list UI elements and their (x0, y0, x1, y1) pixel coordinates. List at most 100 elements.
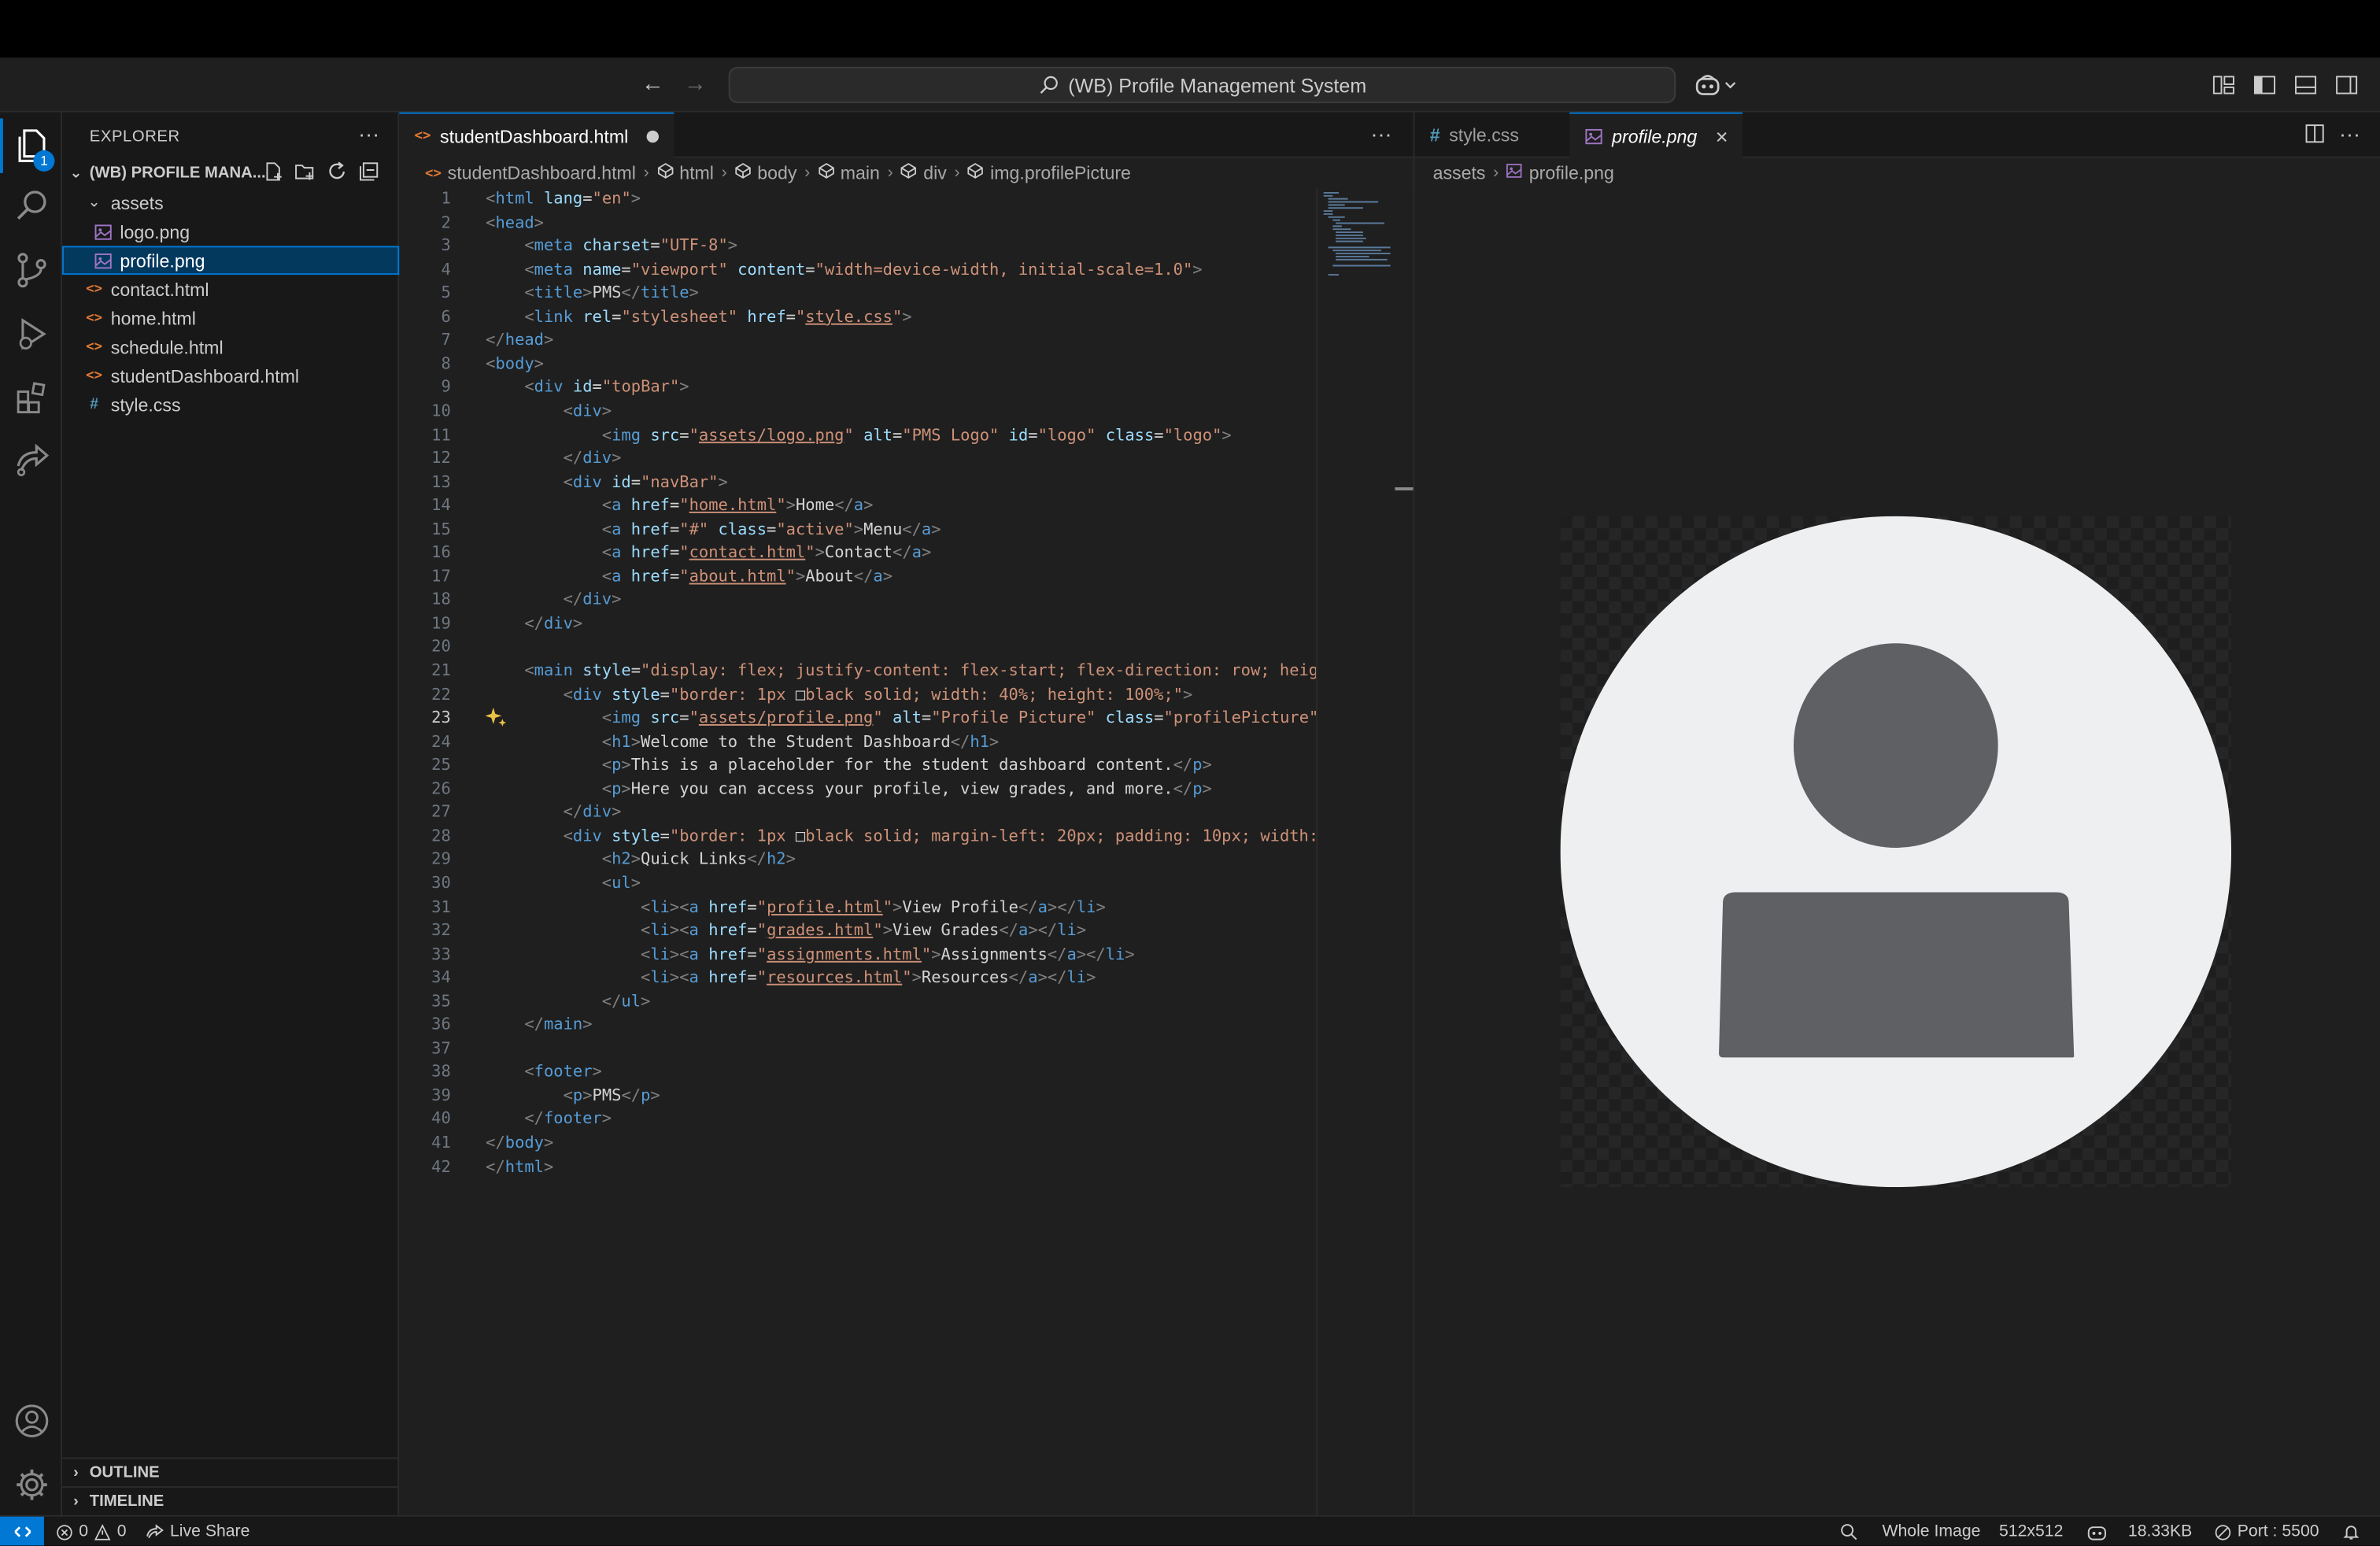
code-line[interactable]: 36 </main> (399, 1015, 1316, 1038)
code-line[interactable]: 41 </body> (399, 1133, 1316, 1156)
code-line[interactable]: 4 <meta name="viewport" content="width=d… (399, 259, 1316, 283)
code-line[interactable]: 26 <p>Here you can access your profile, … (399, 779, 1316, 802)
profile-placeholder-image[interactable] (1560, 516, 2232, 1188)
editor-more-actions-button[interactable]: ··· (2339, 121, 2360, 146)
tree-item-contact-html[interactable]: <> contact.html (62, 275, 399, 304)
code-line[interactable]: 23 <img src="assets/profile.png" alt="Pr… (399, 708, 1316, 731)
code-line[interactable]: 33 <li><a href="assignments.html">Assign… (399, 944, 1316, 967)
editor-scrollbar[interactable] (1395, 188, 1414, 1515)
live-share-activity[interactable] (12, 440, 51, 479)
code-line[interactable]: 3 <meta charset="UTF-8"> (399, 235, 1316, 259)
code-line[interactable]: 8 <body> (399, 353, 1316, 377)
code-line[interactable]: 31 <li><a href="profile.html">View Profi… (399, 897, 1316, 920)
tree-item-style-css[interactable]: # style.css (62, 390, 399, 420)
problems-indicator[interactable]: 0 0 (56, 1517, 127, 1546)
code-line[interactable]: 21 <main style="display: flex; justify-c… (399, 660, 1316, 684)
collapse-all-icon[interactable] (358, 161, 379, 182)
command-center-search[interactable]: (WB) Profile Management System (728, 66, 1676, 104)
customize-layout-icon[interactable] (2212, 73, 2236, 98)
breadcrumb-item[interactable]: body (757, 162, 796, 183)
code-line[interactable]: 7 </head> (399, 330, 1316, 353)
tree-item-logo-png[interactable]: logo.png (62, 217, 399, 246)
tab-student-dashboard[interactable]: <> studentDashboard.html (399, 112, 674, 160)
code-line[interactable]: 16 <a href="contact.html">Contact</a> (399, 542, 1316, 566)
explorer-activity[interactable]: 1 (0, 118, 55, 173)
code-line[interactable]: 14 <a href="home.html">Home</a> (399, 495, 1316, 519)
refresh-icon[interactable] (327, 161, 348, 182)
tree-item-schedule-html[interactable]: <> schedule.html (62, 332, 399, 361)
code-line[interactable]: 25 <p>This is a placeholder for the stud… (399, 755, 1316, 779)
breadcrumb-item[interactable]: img.profilePicture (990, 162, 1131, 183)
search-activity[interactable] (12, 187, 51, 226)
breadcrumb-item[interactable]: main (841, 162, 880, 183)
breadcrumb-item[interactable]: profile.png (1529, 162, 1614, 183)
remote-indicator[interactable] (0, 1516, 44, 1546)
code-line[interactable]: 13 <div id="navBar"> (399, 472, 1316, 495)
minimap[interactable] (1316, 188, 1395, 1515)
code-line[interactable]: 19 </div> (399, 613, 1316, 637)
new-file-icon[interactable] (263, 161, 284, 182)
code-line[interactable]: 35 </ul> (399, 991, 1316, 1015)
zoom-indicator[interactable] (1839, 1517, 1857, 1546)
live-server-port[interactable]: Port : 5500 (2215, 1517, 2319, 1546)
code-line[interactable]: 30 <ul> (399, 873, 1316, 897)
code-line[interactable]: 27 </div> (399, 802, 1316, 826)
code-line[interactable]: 28 <div style="border: 1px □black solid;… (399, 826, 1316, 849)
code-line[interactable]: 37 (399, 1038, 1316, 1062)
code-line[interactable]: 34 <li><a href="resources.html">Resource… (399, 967, 1316, 991)
manage-activity[interactable] (12, 1465, 51, 1504)
live-share-status[interactable]: Live Share (146, 1517, 249, 1546)
code-line[interactable]: 24 <h1>Welcome to the Student Dashboard<… (399, 731, 1316, 755)
code-line[interactable]: 10 <div> (399, 401, 1316, 424)
image-zoom-status[interactable]: Whole Image (1882, 1517, 1980, 1546)
code-line[interactable]: 12 </div> (399, 448, 1316, 472)
toggle-secondary-sidebar-icon[interactable] (2334, 73, 2359, 98)
code-line[interactable]: 39 <p>PMS</p> (399, 1086, 1316, 1109)
code-line[interactable]: 6 <link rel="stylesheet" href="style.css… (399, 306, 1316, 330)
breadcrumb-item[interactable]: html (679, 162, 714, 183)
code-line[interactable]: 38 <footer> (399, 1062, 1316, 1086)
code-line[interactable]: 9 <div id="topBar"> (399, 377, 1316, 401)
code-line[interactable]: 18 </div> (399, 590, 1316, 613)
breadcrumb-item[interactable]: assets (1433, 162, 1486, 183)
forward-arrow-icon[interactable]: → (682, 72, 709, 99)
breadcrumb-item[interactable]: studentDashboard.html (448, 162, 636, 183)
unsaved-dot-icon[interactable] (646, 130, 659, 143)
extensions-activity[interactable] (12, 378, 51, 417)
outline-section[interactable]: › OUTLINE (62, 1457, 400, 1486)
code-line[interactable]: 22 <div style="border: 1px □black solid;… (399, 684, 1316, 708)
back-arrow-icon[interactable]: ← (639, 72, 667, 99)
code-line[interactable]: 11 <img src="assets/logo.png" alt="PMS L… (399, 424, 1316, 448)
code-line[interactable]: 1 <html lang="en"> (399, 188, 1316, 212)
source-control-activity[interactable] (12, 250, 51, 290)
new-folder-icon[interactable] (294, 161, 316, 182)
tree-item-assets[interactable]: ⌄ assets (62, 188, 399, 217)
tab-profile-png[interactable]: profile.png × (1569, 112, 1743, 160)
timeline-section[interactable]: › TIMELINE (62, 1486, 400, 1515)
copilot-menu[interactable] (1694, 70, 1743, 101)
run-debug-activity[interactable] (12, 314, 51, 353)
code-line[interactable]: 29 <h2>Quick Links</h2> (399, 849, 1316, 873)
sparkle-icon[interactable] (486, 706, 507, 727)
code-line[interactable]: 32 <li><a href="grades.html">View Grades… (399, 920, 1316, 944)
sidebar-more-button[interactable]: ··· (358, 121, 379, 146)
close-icon[interactable]: × (1715, 124, 1728, 149)
code-line[interactable]: 17 <a href="about.html">About</a> (399, 566, 1316, 590)
code-line[interactable]: 5 <title>PMS</title> (399, 283, 1316, 306)
code-line[interactable]: 2 <head> (399, 212, 1316, 235)
code-line[interactable]: 40 </footer> (399, 1109, 1316, 1133)
code-line[interactable]: 20 (399, 637, 1316, 660)
tab-style-css[interactable]: # style.css (1414, 113, 1534, 158)
tree-item-studentdashboard-html[interactable]: <> studentDashboard.html (62, 361, 399, 390)
toggle-panel-icon[interactable] (2293, 73, 2318, 98)
accounts-activity[interactable] (12, 1401, 51, 1441)
code-line[interactable]: 42 </html> (399, 1156, 1316, 1180)
breadcrumb-item[interactable]: div (923, 162, 947, 183)
editor-more-actions-button[interactable]: ··· (1371, 121, 1392, 146)
copilot-status[interactable] (2087, 1517, 2107, 1546)
tree-item-home-html[interactable]: <> home.html (62, 304, 399, 333)
split-editor-icon[interactable] (2304, 123, 2326, 152)
code-editor[interactable]: 1 <html lang="en"> 2 <head> 3 <meta charset=… (399, 188, 1316, 1515)
code-line[interactable]: 15 <a href="#" class="active">Menu</a> (399, 519, 1316, 542)
toggle-primary-sidebar-icon[interactable] (2252, 73, 2277, 98)
